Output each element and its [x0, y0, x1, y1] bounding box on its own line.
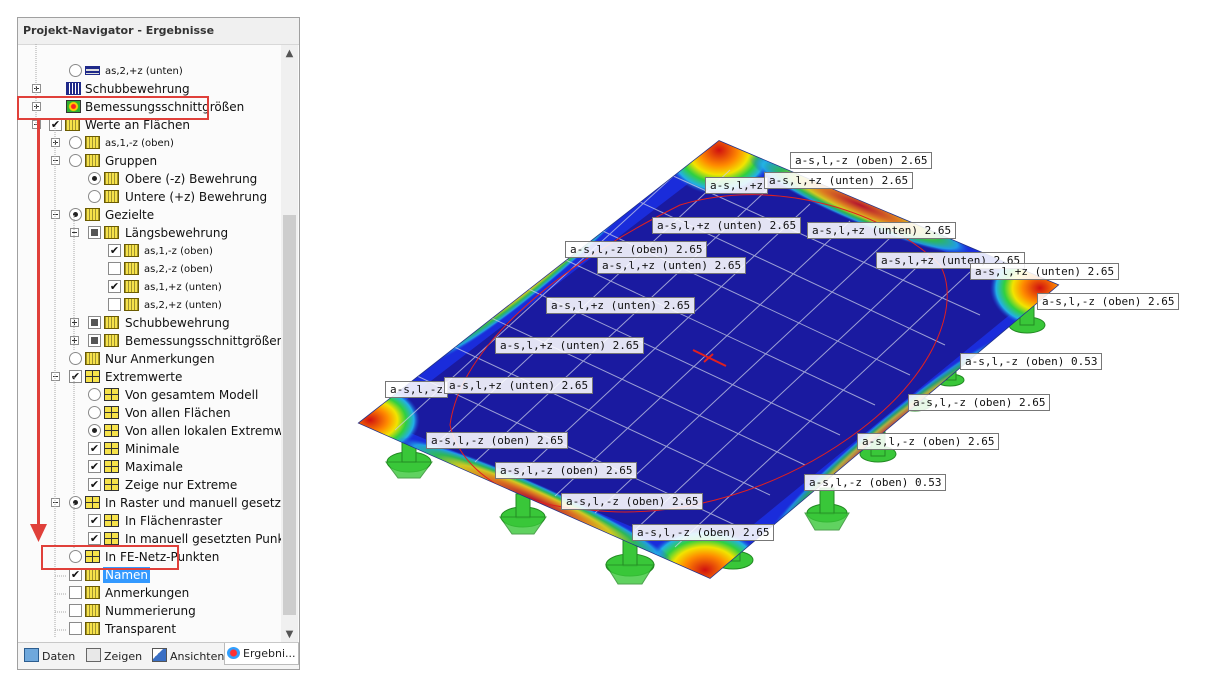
- value-label: a-s,l,+z (unten) 2.65: [807, 222, 957, 239]
- highlight-arrow-line: [37, 120, 40, 532]
- display-icon: [86, 648, 101, 662]
- scroll-thumb[interactable]: [283, 215, 296, 615]
- tab-label: Daten: [42, 650, 76, 663]
- plate-graphic: [357, 140, 1060, 585]
- value-label: a-s,l,+z (unten) 2.65: [495, 337, 645, 354]
- tab-label: Zeigen: [104, 650, 143, 663]
- model-view[interactable]: a-s,l,-z (oben) 2.65 a-s,l,+z a-s,l,+z (…: [300, 0, 1219, 683]
- tab-daten[interactable]: Daten: [24, 648, 75, 664]
- scroll-down-arrow-icon[interactable]: ▼: [281, 626, 298, 643]
- views-icon: [152, 648, 167, 662]
- tab-ergebnisse[interactable]: Ergebni...: [224, 643, 299, 665]
- value-label: a-s,l,+z (unten) 2.65: [444, 377, 594, 394]
- results-icon: [227, 647, 240, 659]
- value-label: a-s,l,+z (unten) 2.65: [764, 172, 914, 189]
- tab-ansichten[interactable]: Ansichten: [152, 648, 224, 664]
- value-label: a-s,l,-z: [385, 381, 448, 398]
- highlight-box-namen: [41, 545, 179, 570]
- data-icon: [24, 648, 39, 662]
- value-label: a-s,l,-z (oben) 2.65: [426, 432, 569, 449]
- highlight-box-werte: [17, 96, 209, 120]
- value-label: a-s,l,+z (unten) 2.65: [970, 263, 1120, 280]
- value-label: a-s,l,-z (oben) 2.65: [495, 462, 638, 479]
- value-label: a-s,l,+z (unten) 2.65: [652, 217, 802, 234]
- value-label: a-s,l,-z (oben) 2.65: [790, 152, 933, 169]
- value-label: a-s,l,-z (oben) 0.53: [960, 353, 1103, 370]
- value-label: a-s,l,-z (oben) 2.65: [561, 493, 704, 510]
- highlight-arrow-head-icon: [30, 524, 47, 542]
- value-label: a-s,l,-z (oben) 0.53: [804, 474, 947, 491]
- value-label: a-s,l,-z (oben) 2.65: [565, 241, 708, 258]
- tab-label: Ergebni...: [243, 647, 296, 660]
- scroll-up-arrow-icon[interactable]: ▲: [281, 45, 298, 62]
- value-label: a-s,l,-z (oben) 2.65: [857, 433, 1000, 450]
- value-label: a-s,l,+z (unten) 2.65: [597, 257, 747, 274]
- value-label: a-s,l,+z: [705, 177, 768, 194]
- value-label: a-s,l,-z (oben) 2.65: [1037, 293, 1180, 310]
- navigator-tabs: Daten Zeigen Ansichten Ergebni...: [18, 642, 299, 669]
- value-label: a-s,l,-z (oben) 2.65: [908, 394, 1051, 411]
- vertical-scrollbar[interactable]: ▲ ▼: [281, 45, 298, 643]
- value-label: a-s,l,-z (oben) 2.65: [632, 524, 775, 541]
- panel-title: Projekt-Navigator - Ergebnisse: [18, 18, 299, 45]
- tab-zeigen[interactable]: Zeigen: [86, 648, 142, 664]
- tab-label: Ansichten: [170, 650, 225, 663]
- value-label: a-s,l,+z (unten) 2.65: [546, 297, 696, 314]
